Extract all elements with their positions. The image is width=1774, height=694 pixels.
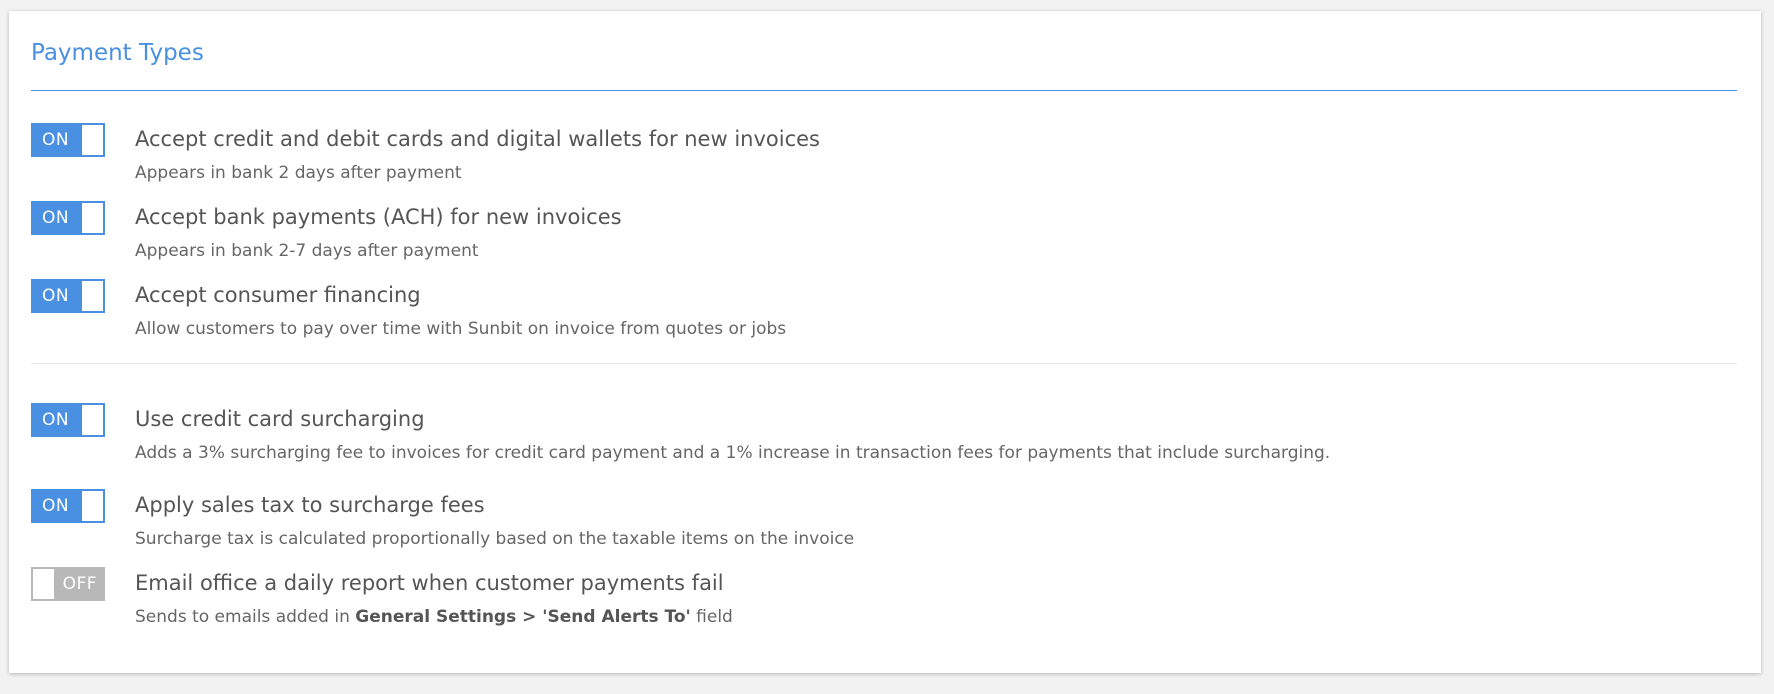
toggle-failed-payments-report[interactable]: OFF: [31, 567, 105, 601]
toggle-ach[interactable]: ON: [31, 201, 105, 235]
toggle-surcharge-tax[interactable]: ON: [31, 489, 105, 523]
setting-title: Accept credit and debit cards and digita…: [135, 127, 820, 151]
setting-title: Accept bank payments (ACH) for new invoi…: [135, 205, 622, 229]
setting-description: Adds a 3% surcharging fee to invoices fo…: [135, 443, 1331, 463]
toggle-label: OFF: [62, 574, 97, 594]
setting-description: Sends to emails added in General Setting…: [135, 606, 733, 628]
toggle-label: ON: [42, 496, 70, 516]
description-prefix: Sends to emails added in: [135, 607, 356, 627]
toggle-knob: [82, 491, 103, 521]
setting-title: Use credit card surcharging: [135, 407, 425, 431]
toggle-knob: [33, 569, 54, 599]
setting-title: Apply sales tax to surcharge fees: [135, 493, 485, 517]
payment-types-card: Payment Types ON Accept credit and debit…: [9, 11, 1761, 673]
setting-title: Email office a daily report when custome…: [135, 571, 724, 595]
setting-row-consumer-financing: ON Accept consumer financing Allow custo…: [31, 279, 1737, 349]
toggle-label: ON: [42, 286, 70, 306]
section-title: Payment Types: [31, 40, 204, 66]
setting-description: Allow customers to pay over time with Su…: [135, 319, 787, 339]
toggle-knob: [82, 203, 103, 233]
description-suffix: field: [690, 607, 733, 627]
toggle-cards-wallets[interactable]: ON: [31, 123, 105, 157]
toggle-knob: [82, 281, 103, 311]
toggle-label: ON: [42, 410, 70, 430]
setting-row-surcharging: ON Use credit card surcharging Adds a 3%…: [31, 403, 1737, 473]
title-divider: [31, 90, 1737, 91]
setting-description: Appears in bank 2-7 days after payment: [135, 241, 479, 261]
setting-title: Accept consumer financing: [135, 283, 421, 307]
general-settings-reference: General Settings > 'Send Alerts To': [355, 607, 691, 627]
setting-row-failed-payments-report: OFF Email office a daily report when cus…: [31, 567, 1737, 637]
setting-row-ach: ON Accept bank payments (ACH) for new in…: [31, 201, 1737, 271]
toggle-knob: [82, 405, 103, 435]
setting-description: Surcharge tax is calculated proportional…: [135, 529, 855, 549]
toggle-surcharging[interactable]: ON: [31, 403, 105, 437]
toggle-label: ON: [42, 130, 70, 150]
section-divider: [31, 363, 1737, 364]
setting-row-surcharge-tax: ON Apply sales tax to surcharge fees Sur…: [31, 489, 1737, 559]
toggle-knob: [82, 125, 103, 155]
setting-description: Appears in bank 2 days after payment: [135, 163, 462, 183]
toggle-label: ON: [42, 208, 70, 228]
setting-row-cards-wallets: ON Accept credit and debit cards and dig…: [31, 123, 1737, 193]
toggle-consumer-financing[interactable]: ON: [31, 279, 105, 313]
